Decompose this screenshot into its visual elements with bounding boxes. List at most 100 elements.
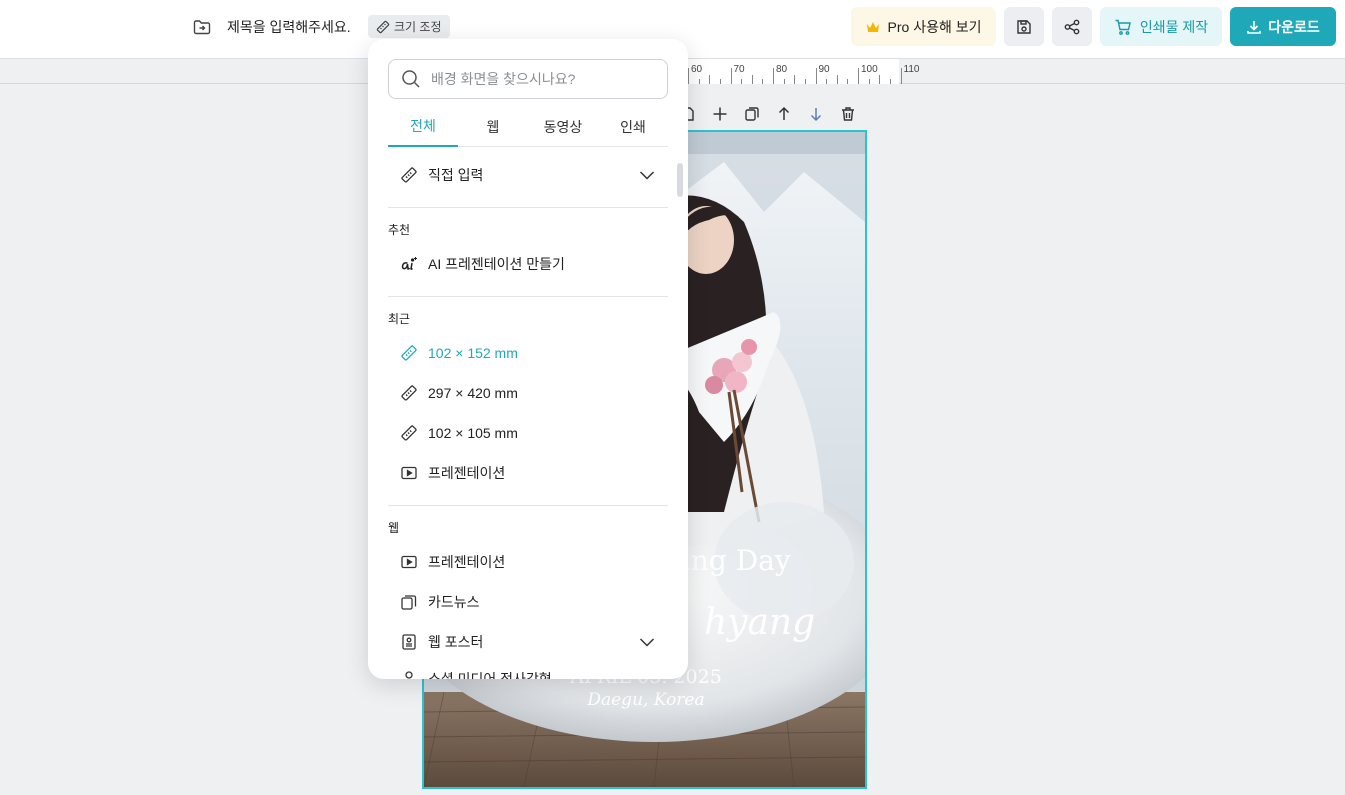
resize-button[interactable]: 크기 조정 xyxy=(368,15,450,38)
duplicate-page-button[interactable] xyxy=(736,103,768,125)
play-video-icon xyxy=(401,555,417,569)
tab-web[interactable]: 웹 xyxy=(458,107,528,147)
recent-size-row[interactable]: 102 × 152 mm xyxy=(388,333,668,373)
section-recent: 최근 xyxy=(388,312,411,326)
recent-size-label: 102 × 105 mm xyxy=(428,425,518,441)
ruler-icon xyxy=(401,425,417,441)
ruler-major-tick xyxy=(773,68,774,84)
tab-all[interactable]: 전체 xyxy=(388,107,458,147)
search-icon xyxy=(402,70,420,88)
download-label: 다운로드 xyxy=(1268,18,1320,35)
custom-size-label: 직접 입력 xyxy=(428,167,484,183)
recent-size-row[interactable]: 297 × 420 mm xyxy=(388,373,668,413)
ruler-tick-label: 110 xyxy=(903,64,920,75)
chevron-down-icon[interactable] xyxy=(638,633,656,651)
ruler-major-tick xyxy=(815,68,817,84)
ruler-minor-tick xyxy=(794,75,796,84)
ai-icon xyxy=(401,257,417,270)
divider xyxy=(388,296,668,297)
arrow-up-icon xyxy=(778,106,790,120)
share-button[interactable] xyxy=(1052,7,1092,46)
ruler-major-tick xyxy=(730,68,732,84)
recent-size-label: 297 × 420 mm xyxy=(428,385,518,401)
ruler-icon xyxy=(401,385,417,401)
ruler-icon xyxy=(401,167,417,183)
ruler-major-tick xyxy=(688,68,689,84)
recent-size-row[interactable]: 102 × 105 mm xyxy=(388,413,668,453)
web-presentation-row[interactable]: 프레젠테이션 xyxy=(388,542,668,582)
ai-presentation-label: AI 프레젠테이션 만들기 xyxy=(428,256,565,272)
canvas-text-place[interactable]: Daegu, Korea xyxy=(566,690,726,710)
ruler-tick-label: 70 xyxy=(733,64,745,75)
cards-icon xyxy=(401,595,417,610)
ruler-major-tick xyxy=(858,68,859,84)
download-button[interactable]: 다운로드 xyxy=(1230,7,1336,46)
ruler-minor-tick xyxy=(836,75,838,84)
move-down-button[interactable] xyxy=(800,103,832,125)
section-recommended: 추천 xyxy=(388,223,411,237)
download-icon xyxy=(1247,20,1262,34)
ruler-minor-tick xyxy=(889,79,891,84)
resize-label: 크기 조정 xyxy=(394,20,442,34)
save-button[interactable] xyxy=(1004,7,1044,46)
ruler-minor-tick xyxy=(879,75,881,84)
tab-video[interactable]: 동영상 xyxy=(528,107,598,147)
ai-presentation-row[interactable]: AI 프레젠테이션 만들기 xyxy=(388,244,668,284)
crown-icon xyxy=(866,21,879,32)
web-presentation-label: 프레젠테이션 xyxy=(428,554,506,570)
arrow-down-icon xyxy=(810,108,822,122)
plus-icon xyxy=(713,107,727,121)
pro-trial-label: Pro 사용해 보기 xyxy=(887,18,982,35)
ruler-major-tick xyxy=(900,68,902,84)
ruler-minor-tick xyxy=(709,75,711,84)
duplicate-icon xyxy=(745,107,759,121)
element-toolbar xyxy=(672,103,864,125)
ruler-minor-tick xyxy=(847,79,849,84)
ruler-icon xyxy=(376,20,390,33)
ruler-minor-tick xyxy=(826,79,828,84)
pro-trial-button[interactable]: Pro 사용해 보기 xyxy=(851,7,996,46)
canvas-text-names[interactable]: hyang xyxy=(704,602,815,643)
social-square-row[interactable]: 소셜 미디어 정사각형 xyxy=(388,659,668,679)
category-tabs: 전체 웹 동영상 인쇄 xyxy=(388,107,668,147)
ruler-minor-tick xyxy=(868,79,870,84)
folder-move-icon[interactable] xyxy=(192,17,212,37)
ruler-tick-label: 60 xyxy=(691,64,703,75)
add-page-button[interactable] xyxy=(704,103,736,125)
save-icon xyxy=(1017,19,1031,34)
ruler-tick-label: 80 xyxy=(776,64,788,75)
divider xyxy=(388,505,668,506)
section-web: 웹 xyxy=(388,521,400,535)
move-up-button[interactable] xyxy=(768,103,800,125)
panel-scrollbar[interactable] xyxy=(677,163,683,197)
share-icon xyxy=(1064,19,1080,34)
ruler-minor-tick xyxy=(783,79,785,84)
recent-presentation-label: 프레젠테이션 xyxy=(428,465,506,481)
size-search-box[interactable] xyxy=(388,59,668,99)
ruler-tick-label: 100 xyxy=(861,64,878,75)
play-video-icon xyxy=(401,466,417,480)
ruler-minor-tick xyxy=(751,75,753,84)
trash-icon xyxy=(842,107,854,121)
ruler-minor-tick xyxy=(741,79,743,84)
delete-page-button[interactable] xyxy=(832,103,864,125)
card-news-row[interactable]: 카드뉴스 xyxy=(388,582,668,622)
ruler-icon xyxy=(401,345,417,361)
divider xyxy=(388,207,668,208)
social-square-label: 소셜 미디어 정사각형 xyxy=(428,671,552,679)
print-order-button[interactable]: 인쇄물 제작 xyxy=(1100,7,1222,46)
ruler-minor-tick xyxy=(698,79,700,84)
recent-presentation-row[interactable]: 프레젠테이션 xyxy=(388,453,668,493)
size-search-input[interactable] xyxy=(431,71,661,87)
ruler-minor-tick xyxy=(719,79,721,84)
custom-size-row[interactable]: 직접 입력 xyxy=(388,155,668,195)
tab-print[interactable]: 인쇄 xyxy=(598,107,668,147)
card-news-label: 카드뉴스 xyxy=(428,594,480,610)
chevron-down-icon[interactable] xyxy=(638,166,656,184)
print-order-label: 인쇄물 제작 xyxy=(1139,18,1209,35)
document-title[interactable]: 제목을 입력해주세요. xyxy=(227,17,351,37)
cart-icon xyxy=(1115,19,1131,35)
ruler-minor-tick xyxy=(762,79,764,84)
poster-icon xyxy=(402,634,416,650)
web-poster-row[interactable]: 웹 포스터 xyxy=(388,622,668,662)
